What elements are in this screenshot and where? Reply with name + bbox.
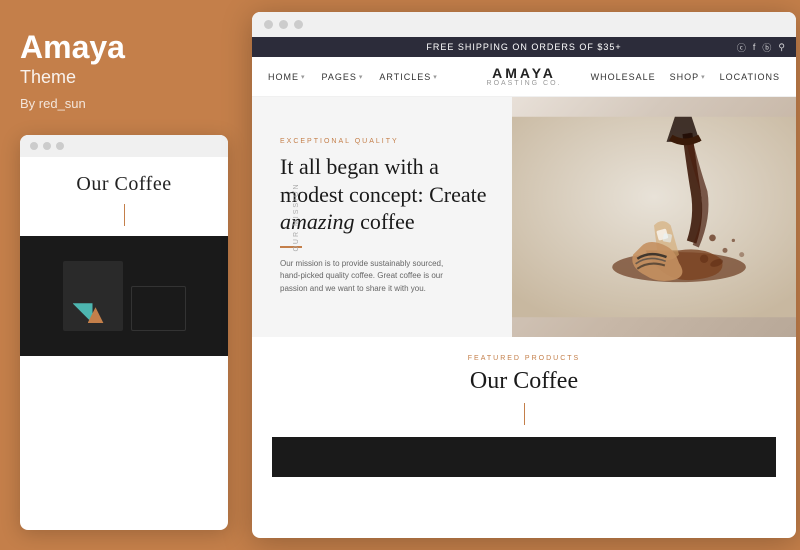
hero-left-content: OUR MISSION EXCEPTIONAL QUALITY It all b… (252, 97, 512, 337)
announcement-bar: FREE SHIPPING ON ORDERS OF $35+ ⓒ f ⓑ ⚲ (252, 37, 796, 57)
mini-preview-title: Our Coffee (34, 173, 214, 196)
hero-coffee-image (512, 97, 796, 337)
nav-shop-chevron: ▾ (701, 73, 706, 81)
nav-home-label: HOME (268, 72, 299, 82)
theme-author: By red_sun (20, 96, 228, 111)
browser-dot-3 (294, 20, 303, 29)
featured-products-section: FEATURED PRODUCTS Our Coffee (252, 337, 796, 477)
mini-header: Our Coffee (20, 157, 228, 236)
nav-item-shop[interactable]: SHOP ▾ (670, 72, 706, 82)
nav-left-items: HOME ▾ PAGES ▾ ARTICLES ▾ (268, 72, 474, 82)
mini-box-small (131, 286, 186, 331)
featured-tag: FEATURED PRODUCTS (272, 355, 776, 362)
dark-bottom-bar (272, 437, 776, 477)
nav-locations-label: LOCATIONS (720, 72, 780, 82)
brand-name: AMAYA (474, 66, 574, 80)
hero-title: It all began with a modest concept: Crea… (280, 153, 492, 236)
nav-item-locations[interactable]: LOCATIONS (720, 72, 780, 82)
theme-label: Theme (20, 67, 228, 88)
hero-section: OUR MISSION EXCEPTIONAL QUALITY It all b… (252, 97, 796, 337)
facebook-icon: f (753, 42, 757, 52)
nav-home-chevron: ▾ (301, 73, 306, 81)
mini-dot-3 (56, 142, 64, 150)
mini-product-boxes (53, 251, 196, 341)
mini-dot-1 (30, 142, 38, 150)
nav-item-pages[interactable]: PAGES ▾ (322, 72, 364, 82)
featured-divider (524, 403, 525, 425)
nav-wholesale-label: WHOLESALE (591, 72, 656, 82)
brand-tagline: ROASTING CO. (474, 80, 574, 87)
pinterest-icon: ⓑ (762, 41, 772, 54)
mini-content: Our Coffee (20, 157, 228, 356)
nav-item-wholesale[interactable]: WHOLESALE (591, 72, 656, 82)
nav-right-items: WHOLESALE SHOP ▾ LOCATIONS (574, 72, 780, 82)
mission-label: OUR MISSION (293, 182, 300, 251)
mini-divider-line (124, 204, 125, 226)
featured-title: Our Coffee (272, 368, 776, 395)
hero-image-area (512, 97, 796, 337)
announcement-text: FREE SHIPPING ON ORDERS OF $35+ (426, 42, 621, 52)
coffee-pour-svg (512, 97, 796, 337)
nav-shop-label: SHOP (670, 72, 700, 82)
theme-name: Amaya (20, 30, 228, 65)
main-browser: FREE SHIPPING ON ORDERS OF $35+ ⓒ f ⓑ ⚲ … (252, 12, 796, 538)
mini-dark-section (20, 236, 228, 356)
browser-dot-2 (279, 20, 288, 29)
browser-dot-1 (264, 20, 273, 29)
nav-articles-chevron: ▾ (433, 73, 438, 81)
main-navigation: HOME ▾ PAGES ▾ ARTICLES ▾ AMAYA ROASTING… (252, 57, 796, 97)
hero-quality-tag: EXCEPTIONAL QUALITY (280, 138, 492, 145)
mini-box-large (63, 261, 123, 331)
nav-item-home[interactable]: HOME ▾ (268, 72, 306, 82)
hero-title-italic: amazing (280, 209, 355, 234)
mini-browser-bar (20, 135, 228, 157)
nav-item-articles[interactable]: ARTICLES ▾ (379, 72, 437, 82)
browser-chrome-bar (252, 12, 796, 37)
nav-articles-label: ARTICLES (379, 72, 431, 82)
nav-pages-label: PAGES (322, 72, 357, 82)
search-icon: ⚲ (778, 42, 786, 53)
announcement-icons: ⓒ f ⓑ ⚲ (737, 41, 786, 54)
brand-logo[interactable]: AMAYA ROASTING CO. (474, 66, 574, 87)
mini-dot-2 (43, 142, 51, 150)
instagram-icon: ⓒ (737, 41, 747, 54)
hero-description: Our mission is to provide sustainably so… (280, 258, 460, 296)
nav-pages-chevron: ▾ (359, 73, 364, 81)
mini-browser-preview: Our Coffee (20, 135, 228, 530)
left-panel: Amaya Theme By red_sun Our Coffee (0, 0, 248, 550)
